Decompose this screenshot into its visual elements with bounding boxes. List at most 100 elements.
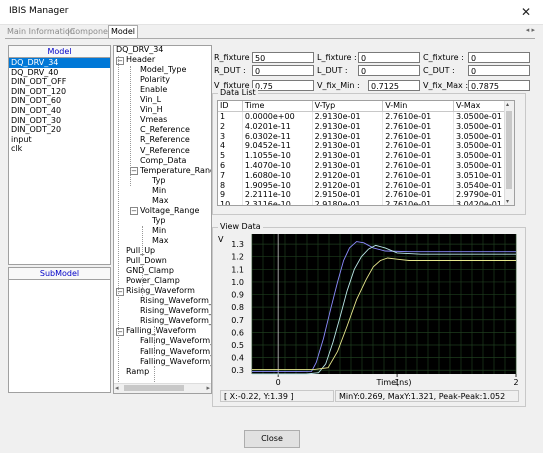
- y-tick-label: 1.2: [231, 253, 244, 262]
- c-dut-field[interactable]: 0: [468, 65, 530, 76]
- tree-hscrollbar[interactable]: ◂ ▸: [114, 383, 211, 393]
- model-list-item[interactable]: DIN_ODT_30: [9, 116, 110, 126]
- tree-node[interactable]: Polarity: [140, 75, 170, 85]
- table-cell: 2.9130e-01: [312, 151, 384, 161]
- waveform-chart[interactable]: 0.30.40.50.60.70.80.91.01.11.21.30 1 2Time…: [214, 232, 519, 390]
- r-fixture-field[interactable]: 50: [252, 52, 314, 63]
- table-row[interactable]: 2 4.0201e-11 2.9130e-01 2.7610e-01 3.0500e-0…: [218, 121, 514, 132]
- table-row[interactable]: 4 9.0452e-11 2.9130e-01 2.7610e-01 3.0500e-0…: [218, 141, 514, 152]
- table-row[interactable]: 8 1.9095e-10 2.9120e-01 2.7610e-01 3.0540e-0…: [218, 180, 514, 191]
- r-fixture-label: R_fixture :: [214, 53, 255, 62]
- tree-node[interactable]: Pull_Down: [126, 256, 167, 266]
- tree-node[interactable]: Typ: [152, 216, 165, 226]
- table-cell: 2.7610e-01: [382, 180, 454, 191]
- tab-divider: [5, 38, 535, 39]
- table-row[interactable]: 6 1.4070e-10 2.9130e-01 2.7610e-01 3.0500e-0…: [218, 160, 514, 171]
- column-header[interactable]: Time: [242, 101, 313, 112]
- tree-node[interactable]: Min: [152, 226, 166, 236]
- tree-node[interactable]: Rising_Waveform_1: [140, 296, 211, 306]
- table-cell: 1: [218, 111, 243, 122]
- tree-node[interactable]: Comp_Data: [140, 156, 186, 166]
- column-header[interactable]: ID: [218, 101, 243, 112]
- close-button[interactable]: Close: [244, 430, 300, 448]
- table-row[interactable]: 7 1.6080e-10 2.9120e-01 2.7610e-01 3.0510e-0…: [218, 170, 514, 181]
- model-list-panel: Model DQ_DRV_34 DQ_DRV_40 DIN_ODT_OFF DIN_O…: [8, 45, 111, 265]
- table-row[interactable]: 3 6.0302e-11 2.9130e-01 2.7610e-01 3.0500e-0…: [218, 131, 514, 142]
- data-list-vscrollbar[interactable]: ▴ ▾: [504, 101, 514, 205]
- column-header[interactable]: V-Typ: [312, 101, 384, 112]
- c-fixture-field[interactable]: 0: [468, 52, 530, 63]
- v-fix-min-field[interactable]: 0.7125: [368, 80, 420, 91]
- tree-node[interactable]: Enable: [140, 85, 167, 95]
- tree-node[interactable]: Max: [152, 236, 169, 246]
- close-window-icon[interactable]: ✕: [517, 3, 535, 21]
- tree-node[interactable]: GND_Clamp: [126, 266, 174, 276]
- table-cell: 2.9120e-01: [312, 170, 384, 181]
- model-list-item[interactable]: DIN_ODT_20: [9, 125, 110, 135]
- tree-node[interactable]: Pull_Up: [126, 246, 155, 256]
- table-row[interactable]: 10 2.3116e-10 2.9180e-01 2.7610e-01 3.0420e-…: [218, 200, 514, 205]
- tab-model[interactable]: Model: [108, 25, 139, 39]
- model-list-item[interactable]: DIN_ODT_40: [9, 106, 110, 116]
- model-list-item[interactable]: DQ_DRV_34: [9, 58, 110, 68]
- column-header[interactable]: V-Min: [382, 101, 454, 112]
- y-tick-label: 1.1: [231, 265, 244, 274]
- tree-node[interactable]: Falling_Waveform: [126, 326, 196, 336]
- tree-node[interactable]: Rising_Waveform_3: [140, 316, 211, 326]
- tree-node[interactable]: Temperature_Range: [140, 166, 211, 176]
- scroll-up-icon[interactable]: ▴: [506, 101, 509, 108]
- model-list-item[interactable]: clk: [9, 144, 110, 154]
- table-cell: 2.7610e-01: [382, 151, 454, 161]
- tree-node[interactable]: C_Reference: [140, 125, 190, 135]
- tab-main-information[interactable]: Main Information: [7, 26, 75, 38]
- scroll-left-icon[interactable]: ◂: [115, 384, 119, 392]
- tree-node[interactable]: Vmeas: [140, 115, 167, 125]
- data-list-vscroll-thumb[interactable]: [506, 111, 512, 189]
- tree-node[interactable]: Vin_L: [140, 95, 161, 105]
- tree-hscroll-thumb[interactable]: [124, 385, 184, 391]
- tree-node[interactable]: Falling_Waveform_1: [140, 336, 211, 346]
- tree-node[interactable]: Min: [152, 186, 166, 196]
- tree-node[interactable]: Voltage_Range: [140, 206, 199, 216]
- tree-node[interactable]: Falling_Waveform_2: [140, 347, 211, 357]
- table-row[interactable]: 9 2.2111e-10 2.9150e-01 2.7610e-01 2.9790e-0…: [218, 190, 514, 201]
- table-row[interactable]: 1 0.0000e+00 2.9130e-01 2.7610e-01 3.0500e-0…: [218, 111, 514, 122]
- tree-node[interactable]: Header: [126, 55, 155, 65]
- tree-node[interactable]: Max: [152, 196, 169, 206]
- tree-node[interactable]: R_Reference: [140, 135, 190, 145]
- model-list-item[interactable]: DIN_ODT_OFF: [9, 77, 110, 87]
- scroll-down-icon[interactable]: ▾: [506, 198, 509, 205]
- tree-node[interactable]: DQ_DRV_34: [116, 46, 163, 55]
- l-fixture-field[interactable]: 0: [358, 52, 420, 63]
- table-row[interactable]: 5 1.1055e-10 2.9130e-01 2.7610e-01 3.0500e-0…: [218, 151, 514, 161]
- v-fix-max-field[interactable]: 0.7875: [468, 80, 530, 91]
- r-dut-field[interactable]: 0: [252, 65, 314, 76]
- tree-node[interactable]: Rising_Waveform_2: [140, 306, 211, 316]
- tree-node[interactable]: Falling_Waveform_3: [140, 357, 211, 367]
- l-dut-field[interactable]: 0: [358, 65, 420, 76]
- v-fixture-field[interactable]: 0.75: [252, 80, 314, 91]
- tree-node[interactable]: Power_Clamp: [126, 276, 180, 286]
- c-dut-label: C_DUT :: [423, 66, 455, 75]
- view-data-title: View Data: [218, 222, 263, 231]
- scroll-right-icon[interactable]: ▸: [206, 384, 210, 392]
- y-tick-label: 0.6: [231, 328, 244, 337]
- tree-node[interactable]: Vin_H: [140, 105, 163, 115]
- tree-connector: [130, 66, 131, 186]
- tree-expander-icon[interactable]: −: [130, 207, 138, 216]
- tab-scroll-arrows-icon[interactable]: ◂ ▸: [526, 26, 535, 34]
- model-list-item[interactable]: DIN_ODT_60: [9, 96, 110, 106]
- table-cell: 2.9150e-01: [312, 190, 384, 201]
- table-cell: 9: [218, 190, 243, 201]
- table-cell: 2.7610e-01: [382, 200, 454, 205]
- tree-node[interactable]: V_Reference: [140, 146, 190, 156]
- y-tick-label: 1.0: [231, 278, 244, 287]
- model-list-item[interactable]: DIN_ODT_120: [9, 87, 110, 97]
- tree-expander-icon[interactable]: −: [130, 167, 138, 176]
- tree-node[interactable]: Rising_Waveform: [126, 286, 195, 296]
- tree-node[interactable]: Model_Type: [140, 65, 186, 75]
- model-list-item[interactable]: DQ_DRV_40: [9, 68, 110, 78]
- tree-node[interactable]: Typ: [152, 176, 165, 186]
- model-list-item[interactable]: input: [9, 135, 110, 145]
- tree-node[interactable]: Ramp: [126, 367, 149, 377]
